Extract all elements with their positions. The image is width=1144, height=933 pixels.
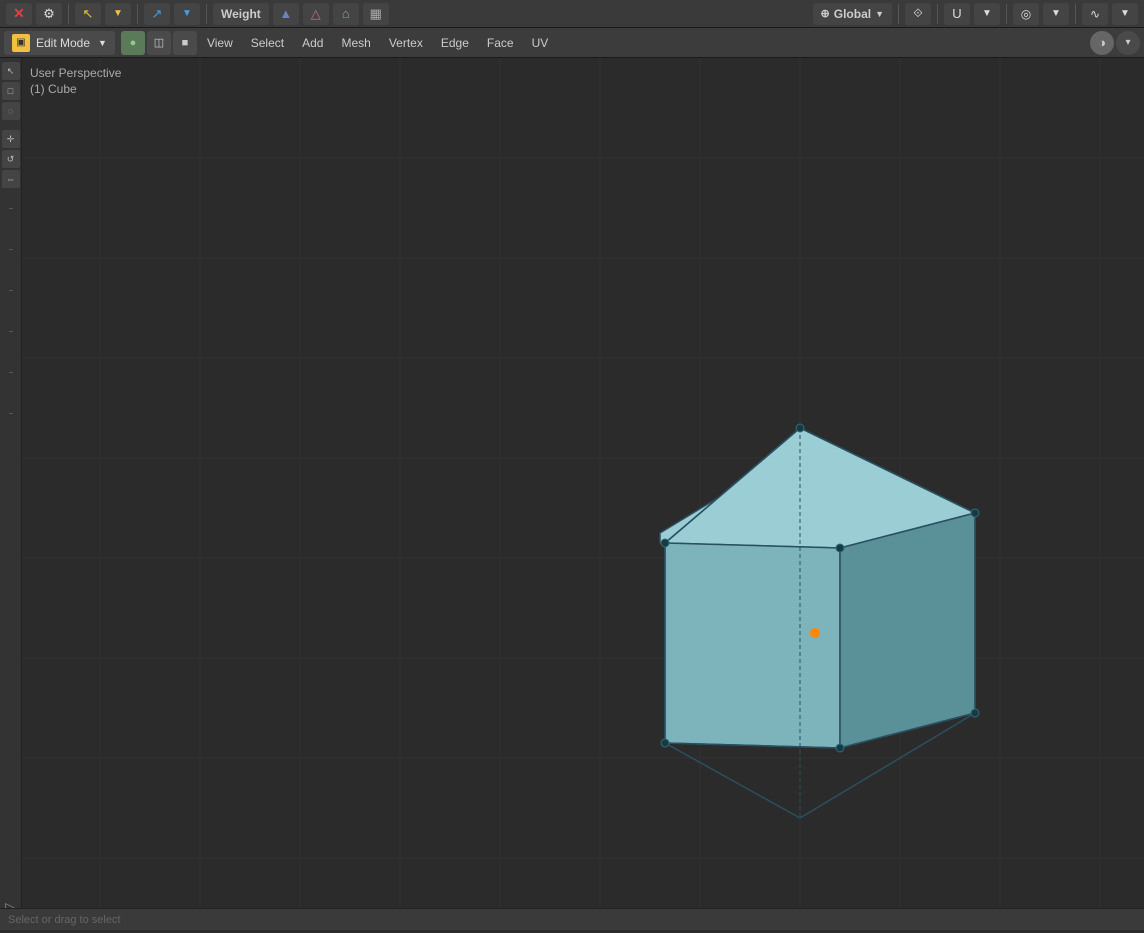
link-icon[interactable]: ⟐ bbox=[905, 3, 931, 25]
mode-icon: ▣ bbox=[12, 34, 30, 52]
grid-lines bbox=[22, 58, 1144, 930]
status-bar: Select or drag to select bbox=[0, 908, 1144, 930]
triangle-fill-icon[interactable]: ▲ bbox=[273, 3, 299, 25]
arrow-tool-dropdown-icon[interactable]: ▼ bbox=[174, 3, 200, 25]
gear-icon[interactable]: ⚙ bbox=[36, 3, 62, 25]
cube-front-face bbox=[665, 543, 840, 748]
proportional-dropdown-icon[interactable]: ▼ bbox=[1043, 3, 1069, 25]
vertex-mode-btn[interactable]: ● bbox=[121, 31, 145, 55]
roof-icon[interactable]: ⌂ bbox=[333, 3, 359, 25]
vertex-tbl bbox=[796, 424, 804, 432]
mode-dropdown-icon: ▼ bbox=[98, 38, 107, 48]
origin-dot bbox=[810, 628, 820, 638]
mesh-mode-buttons: ● ◫ ■ bbox=[121, 31, 197, 55]
mesh-menu[interactable]: Mesh bbox=[333, 31, 378, 55]
vertex-brr bbox=[971, 709, 979, 717]
vertex-bfl bbox=[661, 739, 669, 747]
shading-buttons: ◑ ▾ bbox=[1090, 31, 1140, 55]
cube-right-face bbox=[840, 513, 975, 748]
global-dropdown[interactable]: ⊕ Global ▼ bbox=[813, 3, 892, 25]
top-toolbar: ✕ ⚙ ↖ ▼ ↗ ▼ Weight ▲ △ ⌂ ▦ ⊕ Global ▼ ⟐ bbox=[0, 0, 1144, 28]
separator-5 bbox=[937, 4, 938, 24]
x-logo-icon[interactable]: ✕ bbox=[6, 3, 32, 25]
global-label: Global bbox=[834, 7, 871, 21]
wave-dropdown-icon[interactable]: ▼ bbox=[1112, 3, 1138, 25]
material-shading-btn[interactable]: ◑ bbox=[1090, 31, 1114, 55]
vertex-tbr bbox=[971, 509, 979, 517]
mode-label: Edit Mode bbox=[36, 36, 90, 50]
weight-button[interactable]: Weight bbox=[213, 3, 269, 25]
cube-edge-bottom-left bbox=[665, 743, 800, 818]
separator-2 bbox=[137, 4, 138, 24]
vertex-bfr bbox=[836, 744, 844, 752]
separator-1 bbox=[68, 4, 69, 24]
vertex-tfr bbox=[836, 544, 844, 552]
face-mode-btn[interactable]: ■ bbox=[173, 31, 197, 55]
snap-dropdown-icon[interactable]: ▼ bbox=[974, 3, 1000, 25]
wave-icon[interactable]: ∿ bbox=[1082, 3, 1108, 25]
status-text: Select or drag to select bbox=[8, 914, 121, 926]
weight-label: Weight bbox=[221, 7, 261, 21]
cube-container bbox=[0, 58, 1144, 930]
view-menu[interactable]: View bbox=[199, 31, 241, 55]
shading-dropdown-btn[interactable]: ▾ bbox=[1116, 31, 1140, 55]
vertex-tfl bbox=[661, 539, 669, 547]
edge-menu[interactable]: Edge bbox=[433, 31, 477, 55]
face-menu[interactable]: Face bbox=[479, 31, 522, 55]
arrow-tool-icon[interactable]: ↗ bbox=[144, 3, 170, 25]
separator-6 bbox=[1006, 4, 1007, 24]
viewport-svg bbox=[0, 58, 1144, 930]
arrow-down-icon[interactable]: ▼ bbox=[105, 3, 131, 25]
grid-pattern-icon[interactable]: ▦ bbox=[363, 3, 389, 25]
separator-3 bbox=[206, 4, 207, 24]
proportional-icon[interactable]: ◎ bbox=[1013, 3, 1039, 25]
cursor-icon[interactable]: ↖ bbox=[75, 3, 101, 25]
separator-7 bbox=[1075, 4, 1076, 24]
uv-menu[interactable]: UV bbox=[524, 31, 557, 55]
triangle-wire-icon[interactable]: △ bbox=[303, 3, 329, 25]
add-menu[interactable]: Add bbox=[294, 31, 331, 55]
magnet-icon[interactable]: U bbox=[944, 3, 970, 25]
separator-4 bbox=[898, 4, 899, 24]
menu-bar: ▣ Edit Mode ▼ ● ◫ ■ View Select Add Mesh… bbox=[0, 28, 1144, 58]
vertex-menu[interactable]: Vertex bbox=[381, 31, 431, 55]
edge-mode-btn[interactable]: ◫ bbox=[147, 31, 171, 55]
mode-selector[interactable]: ▣ Edit Mode ▼ bbox=[4, 31, 115, 55]
select-menu[interactable]: Select bbox=[243, 31, 292, 55]
viewport[interactable]: ↖ □ ◌ ✛ ↺ ⇔ ▷ User Perspective (1) Cube bbox=[0, 58, 1144, 930]
